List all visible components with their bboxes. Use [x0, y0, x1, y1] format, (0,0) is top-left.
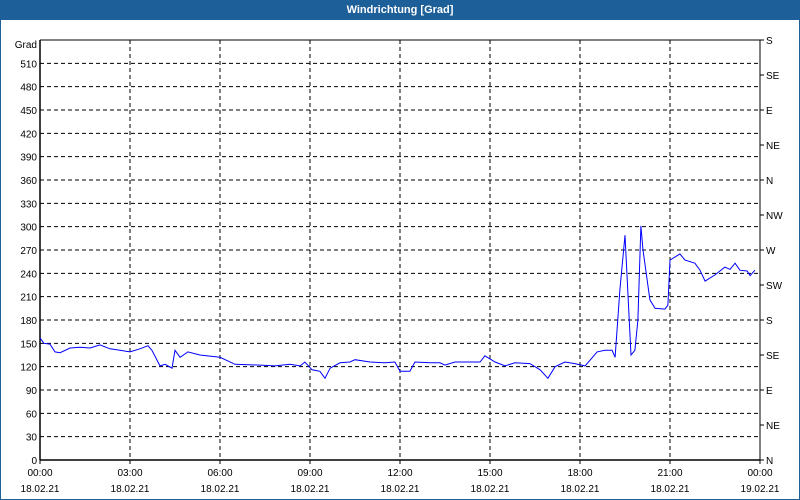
right-tick-label: NE [766, 421, 780, 432]
x-tick-date: 18.02.21 [201, 484, 240, 495]
right-tick-label: W [766, 246, 776, 257]
x-tick-date: 18.02.21 [561, 484, 600, 495]
series [39, 225, 756, 380]
y-tick-label: 480 [20, 83, 37, 94]
y-tick-label: 150 [20, 339, 37, 350]
x-tick-time: 00:00 [747, 468, 772, 479]
x-tick-time: 21:00 [657, 468, 682, 479]
y-tick-label: 330 [20, 199, 37, 210]
x-tick-time: 09:00 [297, 468, 322, 479]
y-tick-label: 0 [31, 456, 37, 467]
x-tick-date: 18.02.21 [291, 484, 330, 495]
grid [40, 40, 760, 460]
y-tick-label: 120 [20, 363, 37, 374]
x-tick-date: 18.02.21 [111, 484, 150, 495]
x-tick-date: 18.02.21 [471, 484, 510, 495]
x-tick-time: 15:00 [477, 468, 502, 479]
right-tick-label: E [766, 386, 773, 397]
y-tick-label: 390 [20, 153, 37, 164]
y-tick-label: 300 [20, 223, 37, 234]
x-tick-time: 00:00 [27, 468, 52, 479]
y-tick-label: 60 [26, 409, 38, 420]
x-tick-date: 18.02.21 [381, 484, 420, 495]
right-tick-label: S [766, 316, 773, 327]
right-tick-label: NE [766, 141, 780, 152]
y-tick-label: 450 [20, 106, 37, 117]
x-tick-time: 03:00 [117, 468, 142, 479]
y-axis-label: Grad [15, 40, 37, 51]
x-tick-date: 18.02.21 [651, 484, 690, 495]
right-tick-label: S [766, 36, 773, 47]
y-tick-label: 420 [20, 129, 37, 140]
y-tick-label: 90 [26, 386, 38, 397]
right-tick-label: SE [766, 351, 780, 362]
y-tick-label: 270 [20, 246, 37, 257]
x-tick-date: 18.02.21 [21, 484, 60, 495]
right-tick-label: SW [766, 281, 783, 292]
x-tick-time: 18:00 [567, 468, 592, 479]
series-line-windrichtung [39, 225, 756, 380]
x-tick-time: 12:00 [387, 468, 412, 479]
y-tick-label: 30 [26, 433, 38, 444]
right-tick-label: E [766, 106, 773, 117]
y-tick-label: 180 [20, 316, 37, 327]
x-tick-time: 06:00 [207, 468, 232, 479]
right-tick-label: SE [766, 71, 780, 82]
axes: 0 30 60 90 120 150 180 210 240 270 300 330 360 390 420… [20, 36, 783, 495]
x-tick-date: 19.02.21 [741, 484, 780, 495]
right-tick-label: NW [766, 211, 783, 222]
y-tick-label: 240 [20, 269, 37, 280]
wind-direction-chart: 0 30 60 90 120 150 180 210 240 270 300 330 360 390 420… [15, 36, 783, 495]
y-tick-label: 360 [20, 176, 37, 187]
y-tick-label: 210 [20, 293, 37, 304]
right-tick-label: N [766, 456, 773, 467]
right-tick-label: N [766, 176, 773, 187]
y-tick-label: 510 [20, 59, 37, 70]
